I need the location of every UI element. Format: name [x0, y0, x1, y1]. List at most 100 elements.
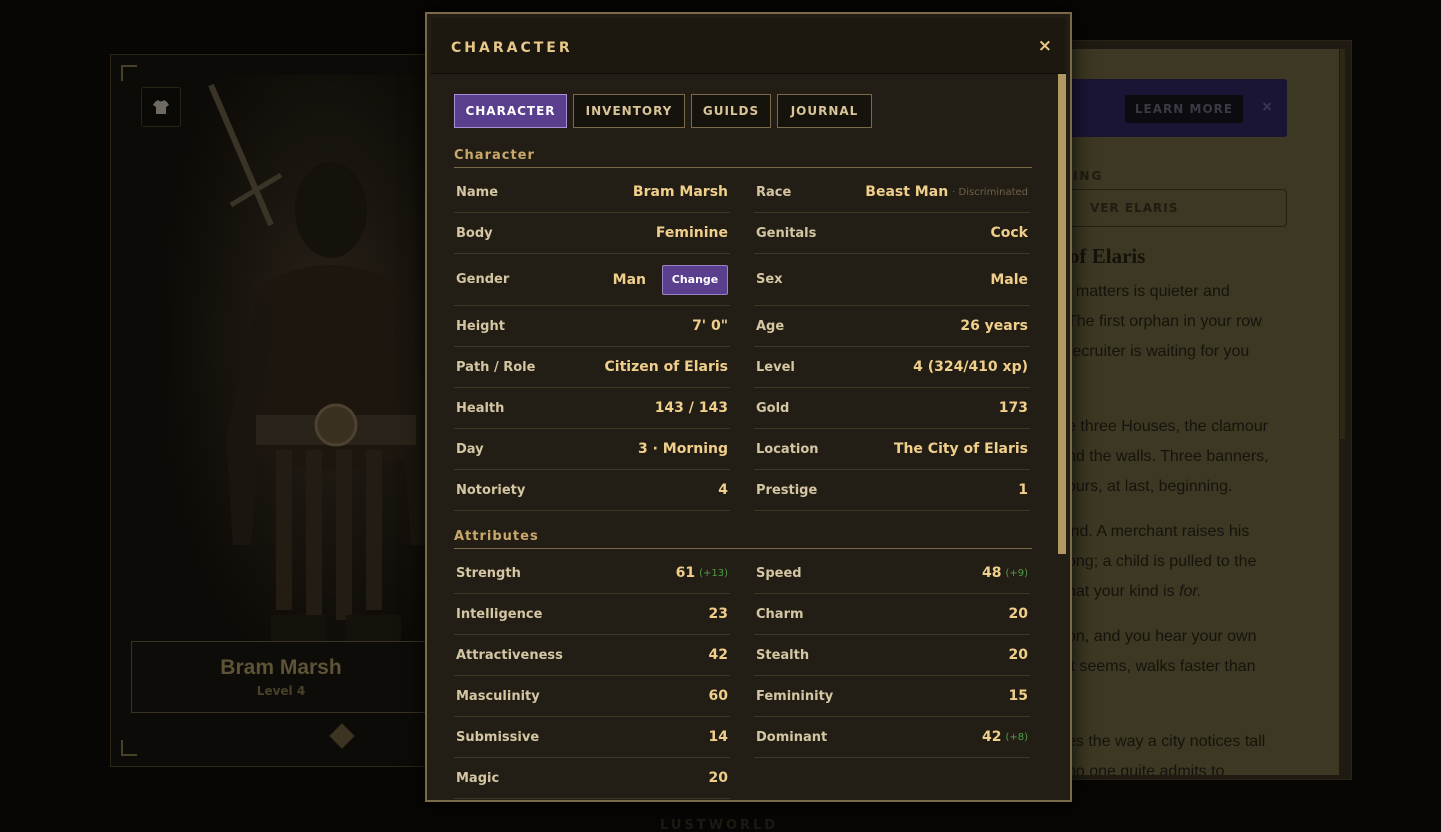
field-label: Notoriety — [456, 482, 526, 498]
field-level: Level 4 (324/410 xp) — [754, 347, 1030, 388]
attr-value: 61 — [675, 565, 696, 581]
attr-value-group: 42 (+8) — [982, 729, 1028, 745]
field-gold: Gold 173 — [754, 388, 1030, 429]
story-line: nd the walls. Three banners, — [1067, 448, 1269, 465]
field-label: Path / Role — [456, 359, 536, 375]
story-line-italic: for. — [1179, 583, 1202, 600]
attr-attractiveness: Attractiveness 42 — [454, 635, 730, 676]
field-genitals: Genitals Cock — [754, 213, 1030, 254]
field-prestige: Prestige 1 — [754, 470, 1030, 511]
portrait-name: Bram Marsh — [220, 656, 342, 679]
attr-submissive: Submissive 14 — [454, 717, 730, 758]
field-value: 4 (324/410 xp) — [913, 359, 1028, 375]
story-section-label: ING — [1073, 169, 1104, 183]
frame-corner — [121, 65, 137, 81]
attr-dominant: Dominant 42 (+8) — [754, 717, 1030, 758]
story-line: The first orphan in your row — [1067, 313, 1262, 330]
attr-magic: Magic 20 — [454, 758, 730, 799]
field-location: Location The City of Elaris — [754, 429, 1030, 470]
attr-intelligence: Intelligence 23 — [454, 594, 730, 635]
story-line: es the way a city notices tall — [1067, 733, 1266, 750]
field-value: 173 — [998, 400, 1028, 416]
field-value: Male — [990, 271, 1028, 288]
field-label: Level — [756, 359, 795, 375]
field-day: Day 3 · Morning — [454, 429, 730, 470]
portrait-level: Level 4 — [256, 684, 306, 698]
field-label: Day — [456, 441, 484, 457]
field-value-group: Beast Man · Discriminated — [865, 184, 1028, 200]
promo-banner: LEARN MORE × — [1069, 79, 1287, 137]
field-label: Genitals — [756, 225, 817, 241]
banner-close-icon[interactable]: × — [1261, 99, 1273, 115]
field-height: Height 7' 0" — [454, 306, 730, 347]
field-sex: Sex Male — [754, 254, 1030, 306]
attr-value: 42 — [981, 729, 1002, 745]
learn-more-button[interactable]: LEARN MORE — [1125, 95, 1243, 123]
field-value: 1 — [1018, 482, 1028, 498]
attr-value: 15 — [1008, 688, 1028, 704]
field-value: 26 years — [960, 318, 1028, 334]
attr-empty-cell — [754, 758, 1030, 799]
story-panel: LEARN MORE × ING VER ELARIS of Elaris t … — [1060, 40, 1352, 780]
field-value: Feminine — [655, 225, 728, 241]
attr-label: Magic — [456, 770, 500, 786]
diamond-ornament — [329, 723, 355, 749]
story-line: t matters is quieter and — [1067, 283, 1230, 300]
field-health: Health 143 / 143 — [454, 388, 730, 429]
footer-brand: LUSTWORLD — [660, 818, 779, 832]
shirt-icon — [153, 100, 169, 114]
character-silhouette — [208, 83, 433, 665]
attr-value: 20 — [1008, 647, 1028, 663]
change-gender-button[interactable]: Change — [662, 264, 728, 295]
field-value: Citizen of Elaris — [604, 359, 728, 375]
story-line: ong; a child is pulled to the — [1067, 553, 1257, 570]
tab-guilds[interactable]: GUILDS — [691, 94, 771, 128]
outfit-toggle-button[interactable] — [141, 87, 181, 127]
field-label: Gender — [456, 272, 510, 287]
field-label: Sex — [756, 272, 783, 287]
story-line: e three Houses, the clamour — [1067, 418, 1268, 435]
modal-scrollbar[interactable] — [1058, 74, 1066, 554]
tab-journal[interactable]: JOURNAL — [777, 94, 872, 128]
field-age: Age 26 years — [754, 306, 1030, 347]
modal-body: CHARACTER INVENTORY GUILDS JOURNAL Chara… — [454, 94, 1034, 799]
field-value: 143 / 143 — [654, 400, 728, 416]
attr-value: 14 — [708, 729, 728, 745]
field-path: Path / Role Citizen of Elaris — [454, 347, 730, 388]
field-body: Body Feminine — [454, 213, 730, 254]
character-modal: CHARACTER × CHARACTER INVENTORY GUILDS J… — [425, 12, 1072, 802]
race-note: · Discriminated — [952, 186, 1028, 198]
story-location-button[interactable]: VER ELARIS — [1061, 189, 1287, 227]
field-value: 7' 0" — [692, 318, 728, 334]
field-value: Man — [612, 271, 646, 288]
field-label: Body — [456, 225, 493, 241]
story-line: ind. A merchant raises his — [1067, 523, 1250, 540]
attr-value: 20 — [1008, 606, 1028, 622]
attr-bonus: (+8) — [1005, 731, 1028, 743]
character-grid: Name Bram Marsh Race Beast Man · Discrimi… — [454, 172, 1034, 511]
attr-label: Speed — [756, 565, 802, 581]
portrait-card: Bram Marsh Level 4 — [110, 54, 451, 767]
attr-label: Femininity — [756, 688, 834, 704]
attributes-grid: Strength 61 (+13) Speed 48 (+9) Intelligen… — [454, 553, 1034, 799]
section-title-attributes: Attributes — [454, 529, 1032, 549]
field-value-group: Man Change — [612, 264, 728, 295]
attr-label: Charm — [756, 606, 804, 622]
field-notoriety: Notoriety 4 — [454, 470, 730, 511]
attr-value: 20 — [708, 770, 728, 786]
story-scrollbar[interactable] — [1340, 49, 1345, 439]
attr-strength: Strength 61 (+13) — [454, 553, 730, 594]
modal-title: CHARACTER — [451, 40, 573, 56]
close-icon[interactable]: × — [1038, 36, 1052, 56]
field-value: The City of Elaris — [893, 441, 1028, 457]
field-value: Beast Man — [865, 184, 949, 200]
tab-character[interactable]: CHARACTER — [454, 94, 567, 128]
attr-masculinity: Masculinity 60 — [454, 676, 730, 717]
section-title-character: Character — [454, 148, 1032, 168]
tab-inventory[interactable]: INVENTORY — [573, 94, 685, 128]
story-line: no one quite admits to — [1067, 763, 1225, 775]
story-line-text: hat your kind is — [1067, 583, 1175, 600]
field-label: Location — [756, 441, 819, 457]
field-label: Health — [456, 400, 505, 416]
attr-value: 60 — [708, 688, 728, 704]
